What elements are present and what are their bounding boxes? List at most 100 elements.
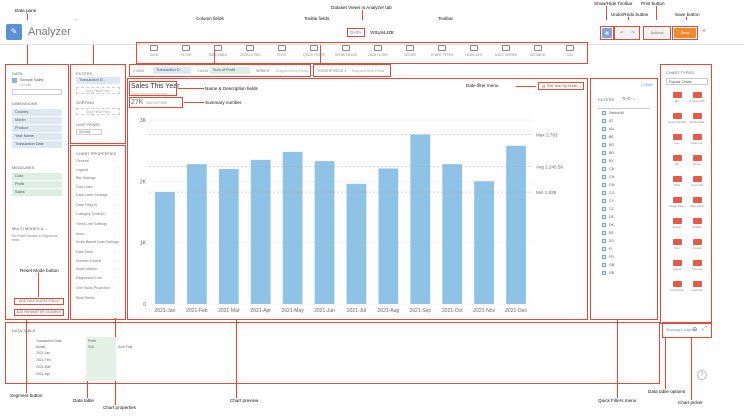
quick-filter-checkbox[interactable]: AU bbox=[602, 127, 614, 131]
toolbar-button-data-table[interactable]: DATA TABLE bbox=[203, 42, 233, 62]
chart-type-treemap[interactable]: Treemap bbox=[688, 260, 706, 271]
quick-filter-checkbox[interactable]: CO bbox=[602, 191, 614, 195]
tab-visualize[interactable]: VISUALIZE bbox=[370, 30, 394, 35]
dimension-field[interactable]: Product bbox=[12, 125, 62, 132]
chart-type-heatmap[interactable]: Heatmap bbox=[688, 281, 706, 292]
close-icon[interactable]: × bbox=[702, 28, 706, 35]
app-logo-icon: ✎ bbox=[6, 24, 22, 40]
toolbar-button-highlight[interactable]: HIGHLIGHT bbox=[459, 42, 489, 62]
select-all-checkbox[interactable]: Select All bbox=[602, 111, 624, 115]
gear-icon[interactable]: ⚙ bbox=[692, 326, 697, 333]
expand-icon[interactable]: ⤢ bbox=[702, 326, 707, 333]
help-icon[interactable]: ? bbox=[697, 370, 707, 380]
quick-filter-checkbox[interactable]: FR bbox=[602, 255, 614, 259]
quick-filter-checkbox[interactable]: CA bbox=[602, 167, 614, 171]
quick-filter-checkbox[interactable]: EE bbox=[602, 231, 614, 235]
quick-filter-checkbox[interactable]: CH bbox=[602, 175, 614, 179]
chart-type-stacked-bar[interactable]: Stacked Bar bbox=[688, 113, 706, 124]
bar[interactable] bbox=[442, 164, 463, 304]
quick-filter-checkbox[interactable]: CN bbox=[602, 183, 614, 187]
dimension-field[interactable]: Country bbox=[12, 109, 62, 116]
quick-filter-checkbox[interactable]: DK bbox=[602, 223, 614, 227]
chevron-right-icon: › bbox=[114, 211, 116, 216]
bar[interactable] bbox=[474, 181, 495, 304]
quick-filter-checkbox[interactable]: FI bbox=[602, 247, 612, 251]
chart-type-pie[interactable]: Pie bbox=[668, 155, 686, 166]
quick-filter-checkbox[interactable]: CY bbox=[602, 199, 614, 203]
quick-filter-checkbox[interactable]: BE bbox=[602, 135, 614, 139]
bar[interactable] bbox=[506, 145, 526, 304]
quick-filter-checkbox[interactable]: ES bbox=[602, 239, 614, 243]
dimension-field[interactable]: Month bbox=[12, 117, 62, 124]
filter-item[interactable]: Transaction D... bbox=[76, 77, 120, 84]
view-name[interactable]: Sample Sales bbox=[20, 78, 43, 82]
quick-filter-checkbox[interactable]: CZ bbox=[602, 207, 614, 211]
quick-filter-icons[interactable]: ⇅ ⚙ ⌄ bbox=[622, 96, 636, 102]
toolbar-icon bbox=[534, 45, 542, 51]
toolbar-button-data[interactable]: DATA bbox=[139, 42, 169, 62]
bar[interactable] bbox=[346, 183, 367, 304]
quick-filter-checkbox[interactable]: BY bbox=[602, 159, 614, 163]
toolbar-button-data-filter[interactable]: DATA FILTER bbox=[363, 42, 393, 62]
quick-filter-checkbox[interactable]: BG bbox=[602, 143, 614, 147]
chart-type-icon bbox=[672, 281, 682, 287]
chart-type-table[interactable]: Table bbox=[668, 176, 686, 187]
toolbar-button-chart-types[interactable]: CHART TYPES bbox=[427, 42, 457, 62]
dimension-field[interactable]: Transaction Date bbox=[12, 141, 62, 148]
quick-filter-checkbox[interactable]: DE bbox=[602, 215, 614, 219]
quick-filter-checkbox[interactable]: AT bbox=[602, 119, 613, 123]
bar[interactable] bbox=[155, 192, 175, 304]
quick-filter-checkbox[interactable]: GB bbox=[602, 263, 614, 267]
bar[interactable] bbox=[186, 164, 207, 304]
chart-type-bubble[interactable]: Bubble bbox=[688, 218, 706, 229]
quick-filter-search[interactable] bbox=[598, 104, 650, 109]
bar[interactable] bbox=[314, 161, 335, 304]
segment-button[interactable]: ADD PARAMETER SEGMENT bbox=[14, 309, 64, 316]
chart-type-scatter[interactable]: Scatter bbox=[668, 218, 686, 229]
chart-type-horizontal-bar[interactable]: Horizontal Bar bbox=[668, 113, 686, 124]
measure-field[interactable]: Sales bbox=[12, 189, 62, 196]
toolbar-button-show-fields[interactable]: SHOW FIELDS bbox=[331, 42, 361, 62]
sort-drop-zone[interactable]: Drag Fields Here bbox=[76, 108, 120, 115]
clear-filters-link[interactable]: CLEAR bbox=[641, 83, 653, 87]
bar[interactable] bbox=[250, 159, 271, 304]
toolbar-button-filter[interactable]: FILTER bbox=[171, 42, 201, 62]
search-input[interactable]: ⌕ bbox=[12, 89, 62, 95]
chart-type-donut[interactable]: Donut bbox=[688, 155, 706, 166]
bar[interactable] bbox=[218, 169, 239, 304]
bar[interactable] bbox=[410, 134, 431, 304]
callout-chart-properties: Chart properties bbox=[103, 405, 136, 410]
date-filter-menu[interactable]: ▤ This Year By Month ⌄ bbox=[538, 82, 584, 90]
measure-field[interactable]: Cost bbox=[12, 173, 62, 180]
chart-type-grouped-bar[interactable]: Grouped Bar bbox=[688, 92, 706, 103]
filter-drop-zone[interactable]: Drag Fields Here bbox=[76, 87, 120, 94]
chart-type-line[interactable]: Line bbox=[668, 134, 686, 145]
toolbar-button-series[interactable]: SERIES bbox=[395, 42, 425, 62]
reset-mode-button[interactable]: ADD CALCULATED FIELD bbox=[14, 298, 64, 305]
toolbar-button-quick-filter[interactable]: QUICK FILTER bbox=[299, 42, 329, 62]
toolbar-button-multi-series[interactable]: MULTI SERIES bbox=[491, 42, 521, 62]
toolbar-button-zoom-pan[interactable]: ZOOM & PAN bbox=[235, 42, 265, 62]
chart-type-text[interactable]: Text bbox=[668, 239, 686, 250]
quick-filter-checkbox[interactable]: BR bbox=[602, 151, 614, 155]
limit-select[interactable]: All rows bbox=[76, 129, 102, 135]
chart-type-bar[interactable]: Bar bbox=[668, 92, 686, 103]
toolbar-button-csv[interactable]: CSV bbox=[555, 42, 585, 62]
bar[interactable] bbox=[282, 151, 303, 304]
chart-type-gauge[interactable]: Gauge bbox=[668, 260, 686, 271]
toolbar-button-pivot[interactable]: PIVOT bbox=[267, 42, 297, 62]
chart-type-single-value[interactable]: Single Value bbox=[668, 197, 686, 208]
bar[interactable] bbox=[378, 168, 399, 304]
toolbar-button-segment[interactable]: SEGMENT bbox=[523, 42, 553, 62]
chart-type-multi-line[interactable]: Multi Line bbox=[688, 134, 706, 145]
dimension-field[interactable]: Year Name bbox=[12, 133, 62, 140]
quick-filter-checkbox[interactable]: GR bbox=[602, 271, 614, 275]
chart-type-funnel[interactable]: Funnel bbox=[688, 239, 706, 250]
x-tick-label: 2021-Jun bbox=[314, 308, 335, 314]
chart-types-select[interactable]: Popular Charts bbox=[666, 78, 708, 85]
chart-type-value-pairs[interactable]: Value Pairs bbox=[688, 197, 706, 208]
chart-type-choropleth[interactable]: Choropleth bbox=[668, 281, 686, 292]
chart-type-cross-tab[interactable]: Cross Tab bbox=[688, 176, 706, 187]
x-tick-label: 2021-Jan bbox=[155, 308, 176, 314]
measure-field[interactable]: Profit bbox=[12, 181, 62, 188]
